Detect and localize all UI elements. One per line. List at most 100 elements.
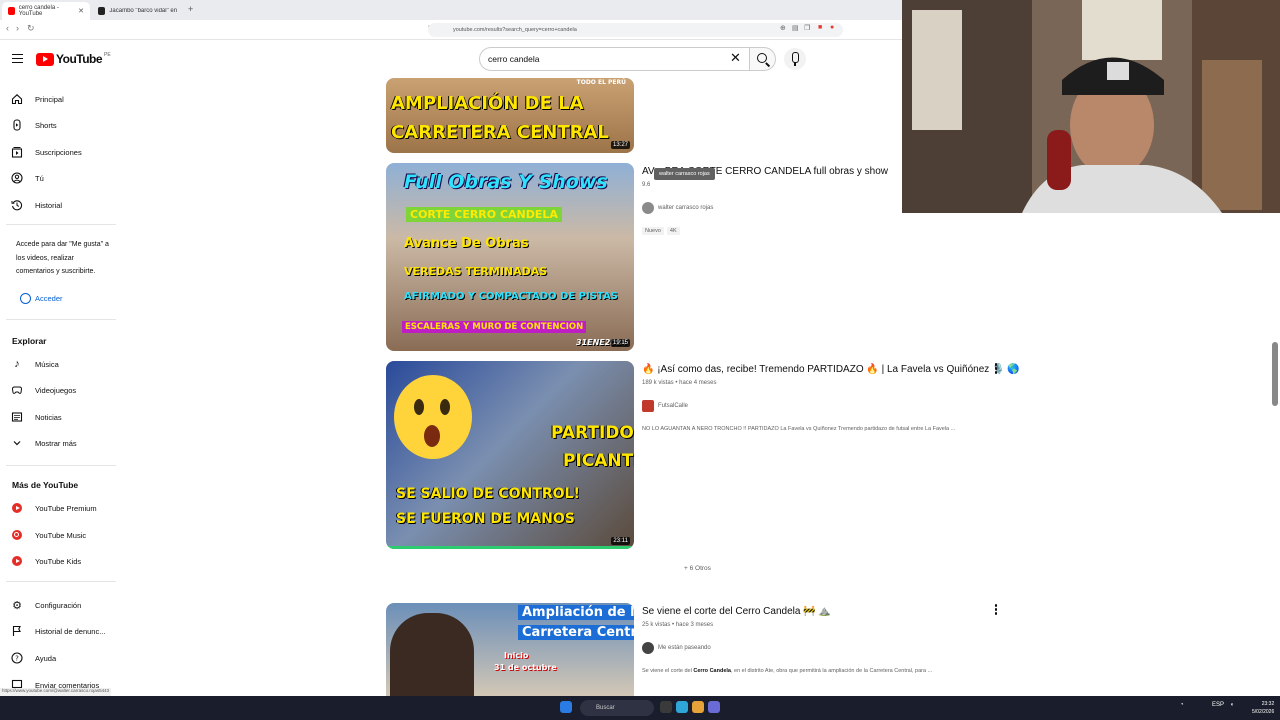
chevron-down-icon (11, 437, 23, 449)
reader-icon[interactable]: ▤ (792, 24, 799, 32)
sidebar-item-youtube-premium[interactable]: YouTube Premium (0, 497, 118, 519)
language-indicator[interactable]: ESP (1212, 702, 1224, 708)
history-icon (11, 199, 23, 211)
thumb-text: Full Obras Y Shows (404, 171, 608, 193)
user-icon (11, 172, 23, 184)
desc-text: , en el distrito Ate, obra que permitirá… (730, 668, 933, 674)
youtube-kids-icon (11, 555, 23, 567)
sidebar-item-shorts[interactable]: Shorts (0, 114, 118, 136)
browser-tab[interactable]: Jacambo "barco vidal" en TikTok | Se (92, 2, 184, 20)
thumb-text: Avance De Obras (404, 236, 529, 251)
sidebar-item-subscriptions[interactable]: Suscripciones (0, 141, 118, 163)
search-button[interactable] (750, 47, 776, 71)
desc-highlight: Cerro Candela (693, 668, 731, 674)
sidebar-item-help[interactable]: ? Ayuda (0, 647, 118, 669)
copy-icon[interactable]: ❐ (804, 24, 810, 32)
brave-icon[interactable] (692, 701, 704, 713)
avatar (642, 642, 654, 654)
sidebar-item-show-more[interactable]: Mostrar más (0, 432, 118, 454)
explore-heading: Explorar (12, 336, 47, 346)
zoom-icon[interactable]: ⊕ (780, 24, 786, 32)
sidebar-item-you[interactable]: Tú (0, 167, 118, 189)
video-meta: 189 k vistas • hace 4 meses (642, 380, 717, 386)
clock[interactable]: 23:32 5/02/2026 (1252, 700, 1274, 716)
sidebar-divider (6, 224, 116, 225)
thumb-text: 31 de octubre (494, 663, 557, 672)
reload-icon[interactable]: ↻ (27, 23, 35, 34)
video-thumbnail[interactable]: PARTIDO PICANTE SE SALIO DE CONTROL! SE … (386, 361, 634, 549)
video-thumbnail[interactable]: TODO EL PERÚ AMPLIACIÓN DE LA CARRETERA … (386, 78, 634, 153)
youtube-logo[interactable]: YouTube PE (36, 52, 111, 66)
progress-bar (386, 546, 634, 549)
search-value: cerro candela (488, 54, 540, 64)
thumb-text: SE FUERON DE MANOS (396, 511, 575, 527)
region-code: PE (104, 52, 111, 58)
clear-search-icon[interactable]: ✕ (730, 50, 741, 66)
forward-icon[interactable]: › (16, 23, 19, 33)
search-input[interactable]: cerro candela (479, 47, 750, 71)
tab-title: cerro candela - YouTube (18, 5, 59, 17)
video-thumbnail[interactable]: Ampliación de la Carretera Central Inici… (386, 603, 634, 696)
signin-prompt: Accede para dar "Me gusta" a los videos,… (16, 241, 109, 275)
sidebar-item-youtube-music[interactable]: YouTube Music (0, 524, 118, 546)
volume-icon[interactable]: ◖ (1230, 702, 1234, 708)
more-options-icon[interactable] (994, 363, 998, 375)
thumb-text: AMPLIACIÓN DE LA (391, 93, 584, 114)
taskbar-search-placeholder: Buscar (596, 705, 615, 711)
task-view-icon[interactable] (660, 701, 672, 713)
sidebar-item-settings[interactable]: ⚙ Configuración (0, 594, 118, 616)
sidebar-divider (6, 319, 116, 320)
wifi-icon[interactable]: ◔ (1180, 702, 1184, 708)
video-meta: 9.6 (642, 182, 651, 188)
thumb-text: PARTIDO (551, 423, 634, 443)
show-more-results-button[interactable]: + 6 Otros (684, 565, 711, 572)
start-icon[interactable] (560, 701, 572, 713)
signin-label: Acceder (35, 293, 63, 303)
video-title[interactable]: 🔥 ¡Así como das, recibe! Tremendo PARTID… (642, 364, 1020, 375)
channel-link[interactable]: FutsalCalle (642, 400, 688, 412)
logo-text: YouTube (56, 52, 103, 66)
video-description: NO LO AGUANTAN A NERO TRONCHO !! PARTIDA… (642, 426, 956, 432)
video-thumbnail[interactable]: Full Obras Y Shows CORTE CERRO CANDELA A… (386, 163, 634, 351)
thumb-text: VEREDAS TERMINADAS (404, 265, 548, 278)
gaming-icon (11, 384, 23, 396)
sidebar-item-music[interactable]: ♪ Música (0, 353, 118, 375)
channel-name: Me están paseando (658, 645, 711, 651)
browser-tab-active[interactable]: cerro candela - YouTube ✕ (2, 2, 90, 20)
video-meta: 25 k vistas • hace 3 meses (642, 622, 714, 628)
thumb-text: Inicio (504, 651, 529, 660)
video-title[interactable]: Se viene el corte del Cerro Candela 🚧 ⛰️ (642, 606, 831, 617)
taskbar-search[interactable]: Buscar (580, 700, 654, 716)
close-tab-icon[interactable]: ✕ (78, 7, 84, 15)
extension-icon[interactable]: ● (830, 24, 834, 31)
desc-text: Se viene el corte del (642, 668, 694, 674)
avatar (642, 400, 654, 412)
sidebar-item-youtube-kids[interactable]: YouTube Kids (0, 550, 118, 572)
channel-link[interactable]: walter carrasco rojas (642, 202, 713, 214)
tab-title: Jacambo "barco vidal" en TikTok | Se (109, 8, 178, 14)
sidebar-item-report-history[interactable]: Historial de denunc... (0, 620, 118, 642)
status-bar-url: https://www.youtube.com/@walter.carrasco… (0, 688, 112, 696)
webcam-overlay (902, 0, 1280, 213)
sidebar-item-principal[interactable]: Principal (0, 88, 118, 110)
channel-link[interactable]: Me están paseando (642, 642, 711, 654)
thumb-text: Carretera Central (518, 625, 634, 640)
gear-icon: ⚙ (12, 599, 22, 612)
sidebar-item-history[interactable]: Historial (0, 194, 118, 216)
app-icon[interactable] (708, 701, 720, 713)
new-tab-button[interactable]: + (188, 4, 193, 14)
page-scrollbar[interactable] (1272, 342, 1278, 406)
signin-button[interactable]: Acceder (16, 289, 68, 307)
more-options-icon[interactable] (994, 604, 998, 616)
avatar (642, 202, 654, 214)
back-icon[interactable]: ‹ (6, 23, 9, 33)
voice-search-icon[interactable] (784, 48, 806, 70)
menu-icon[interactable] (12, 54, 23, 63)
thumb-text: SE SALIO DE CONTROL! (396, 486, 580, 502)
help-icon: ? (11, 652, 23, 664)
sidebar-item-news[interactable]: Noticias (0, 406, 118, 428)
sidebar-item-gaming[interactable]: Videojuegos (0, 379, 118, 401)
sidebar-divider (6, 581, 116, 582)
extension-icon[interactable]: ■ (818, 24, 822, 31)
edge-icon[interactable] (676, 701, 688, 713)
